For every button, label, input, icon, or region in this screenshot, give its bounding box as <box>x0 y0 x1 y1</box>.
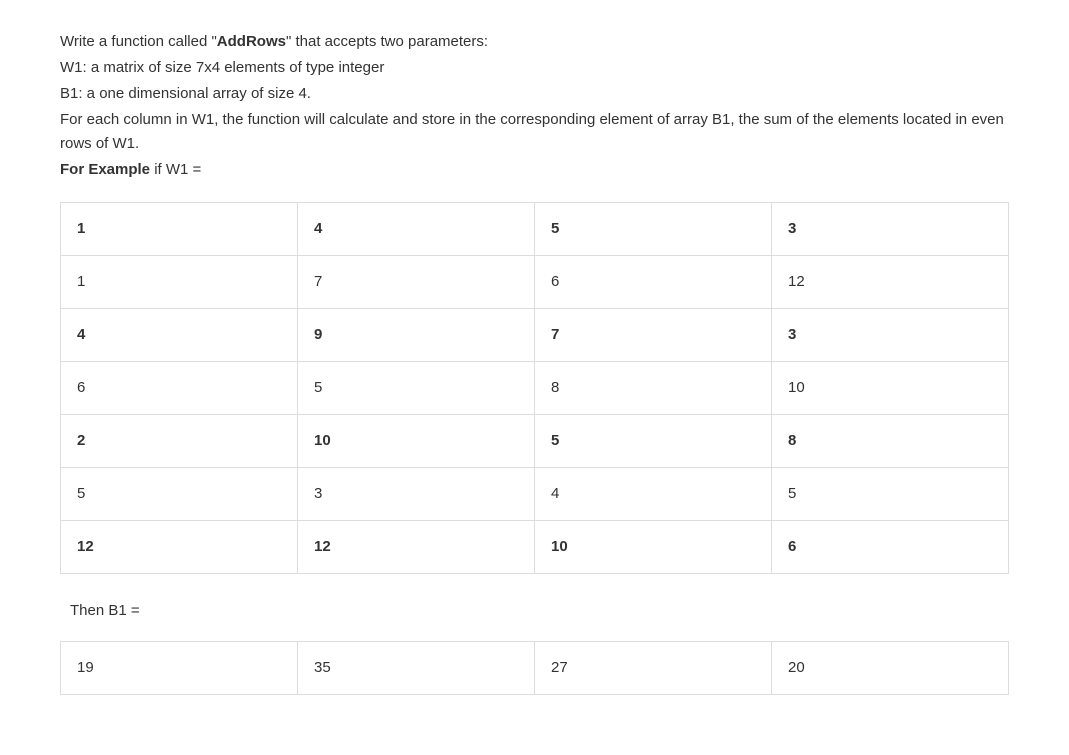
example-label: For Example <box>60 161 150 178</box>
table-cell: 10 <box>772 362 1009 415</box>
table-row: 4 9 7 3 <box>61 309 1009 362</box>
table-cell: 3 <box>772 203 1009 256</box>
table-cell: 5 <box>298 362 535 415</box>
table-cell: 10 <box>298 415 535 468</box>
problem-line-3: B1: a one dimensional array of size 4. <box>60 82 1009 106</box>
table-cell: 8 <box>535 362 772 415</box>
table-cell: 1 <box>61 203 298 256</box>
function-name: AddRows <box>217 33 286 50</box>
problem-statement: Write a function called "AddRows" that a… <box>60 30 1009 182</box>
table-cell: 5 <box>772 468 1009 521</box>
table-cell: 6 <box>772 521 1009 574</box>
table-cell: 4 <box>61 309 298 362</box>
table-cell: 5 <box>61 468 298 521</box>
table-row: 6 5 8 10 <box>61 362 1009 415</box>
table-cell: 9 <box>298 309 535 362</box>
table-cell: 3 <box>298 468 535 521</box>
table-cell: 5 <box>535 415 772 468</box>
table-row: 19 35 27 20 <box>61 642 1009 695</box>
array-b1-table: 19 35 27 20 <box>60 641 1009 695</box>
text: Write a function called " <box>60 33 217 50</box>
table-cell: 19 <box>61 642 298 695</box>
table-cell: 35 <box>298 642 535 695</box>
table-cell: 1 <box>61 256 298 309</box>
matrix-w1-table: 1 4 5 3 1 7 6 12 4 9 7 3 6 5 8 10 2 10 5… <box>60 202 1009 574</box>
table-cell: 8 <box>772 415 1009 468</box>
table-cell: 4 <box>535 468 772 521</box>
table-row: 12 12 10 6 <box>61 521 1009 574</box>
table-cell: 20 <box>772 642 1009 695</box>
table-cell: 7 <box>535 309 772 362</box>
problem-line-4: For each column in W1, the function will… <box>60 108 1009 156</box>
table-row: 1 7 6 12 <box>61 256 1009 309</box>
table-row: 1 4 5 3 <box>61 203 1009 256</box>
text: if W1 = <box>150 161 201 178</box>
table-cell: 12 <box>298 521 535 574</box>
table-row: 5 3 4 5 <box>61 468 1009 521</box>
table-cell: 6 <box>535 256 772 309</box>
then-label: Then B1 = <box>60 599 1009 623</box>
table-cell: 3 <box>772 309 1009 362</box>
table-cell: 10 <box>535 521 772 574</box>
table-cell: 7 <box>298 256 535 309</box>
problem-line-1: Write a function called "AddRows" that a… <box>60 30 1009 54</box>
table-cell: 6 <box>61 362 298 415</box>
table-row: 2 10 5 8 <box>61 415 1009 468</box>
text: " that accepts two parameters: <box>286 33 488 50</box>
table-cell: 5 <box>535 203 772 256</box>
table-cell: 27 <box>535 642 772 695</box>
table-cell: 4 <box>298 203 535 256</box>
table-cell: 12 <box>61 521 298 574</box>
table-cell: 12 <box>772 256 1009 309</box>
problem-line-5: For Example if W1 = <box>60 158 1009 182</box>
table-cell: 2 <box>61 415 298 468</box>
problem-line-2: W1: a matrix of size 7x4 elements of typ… <box>60 56 1009 80</box>
